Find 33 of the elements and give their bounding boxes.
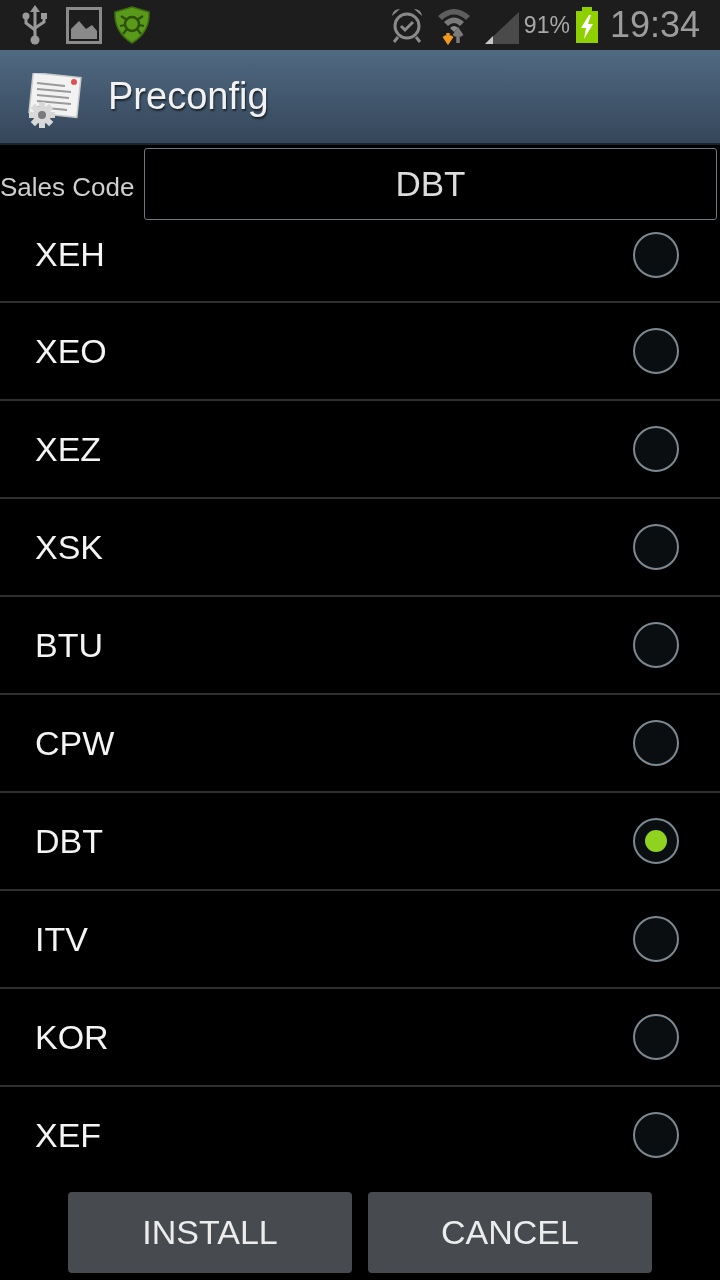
battery-percent: 91% [523,11,570,39]
signal-icon [484,12,519,44]
radio-button[interactable] [633,328,679,374]
radio-button[interactable] [633,622,679,668]
app-title: Preconfig [108,75,269,118]
radio-button[interactable] [633,1112,679,1158]
usb-icon [22,5,48,45]
option-label[interactable]: KOR [35,1017,109,1057]
clock-time: 19:34 [609,4,700,46]
image-icon [66,6,102,44]
sales-code-label: Sales Code [0,170,136,204]
option-label[interactable]: XEZ [35,429,102,469]
radio-button[interactable] [633,231,679,278]
battery-charging-icon [575,7,598,43]
alarm-clock-icon [389,7,424,43]
install-button[interactable]: INSTALL [68,1192,352,1273]
shield-icon [113,6,151,44]
radio-button[interactable] [633,524,679,570]
option-label[interactable]: ITV [35,919,88,959]
radio-button[interactable] [633,720,679,766]
option-label[interactable]: XEF [35,1115,102,1155]
radio-button[interactable] [633,818,679,864]
option-label[interactable]: XSK [35,527,104,567]
option-label[interactable]: BTU [35,625,103,665]
option-label[interactable]: CPW [35,723,115,763]
option-label[interactable]: XEH [35,235,105,274]
radio-button[interactable] [633,1014,679,1060]
cancel-button[interactable]: CANCEL [368,1192,652,1273]
radio-button[interactable] [633,916,679,962]
radio-button[interactable] [633,426,679,472]
option-label[interactable]: XEO [35,331,107,371]
sales-code-field[interactable]: DBT [144,148,717,220]
option-label[interactable]: DBT [35,821,103,861]
